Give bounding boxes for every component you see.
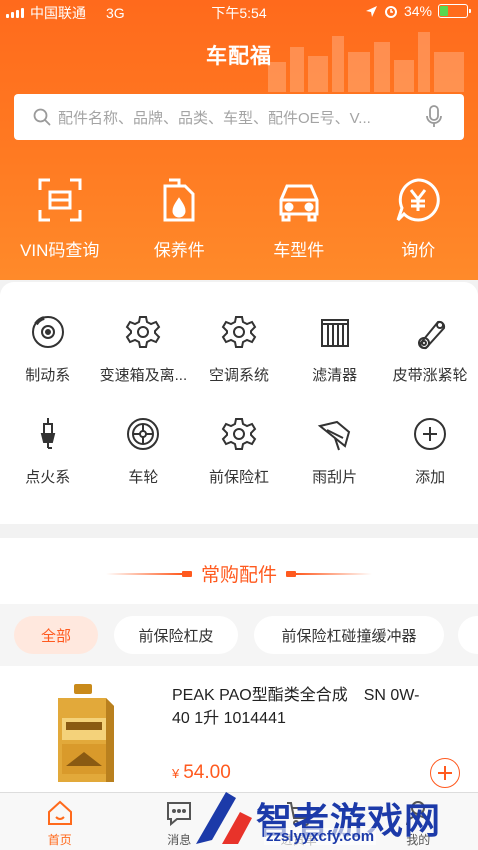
filter-tab-front-bumper-skin[interactable]: 前保险杠皮 [114, 616, 238, 654]
wiper-icon [317, 420, 350, 451]
quick-action-label: 车型件 [273, 241, 325, 260]
category-wiper[interactable]: 雨刮片 [287, 416, 383, 487]
belt-tensioner-icon [418, 320, 446, 350]
battery-icon [438, 4, 471, 18]
quick-action-maintenance[interactable]: 保养件 [120, 176, 240, 266]
app-title: 车配福 [206, 45, 272, 68]
product-name: PEAK PAO型酯类全合成 SN 0W-40 1升 1014441 [172, 687, 420, 727]
category-front-bumper[interactable]: 前保险杠 [191, 416, 287, 487]
quick-action-label: 询价 [401, 241, 436, 260]
car-icon [279, 184, 319, 222]
gear-icon [126, 316, 161, 348]
category-filter[interactable]: 滤清器 [287, 314, 383, 385]
filter-tab-front-bumper-absorber[interactable]: 前保险杠碰撞缓冲器 [254, 616, 444, 654]
tab-label: 首页 [47, 833, 72, 847]
category-label: 雨刮片 [312, 469, 358, 486]
location-arrow-icon [365, 5, 377, 17]
brake-disc-icon [31, 316, 64, 348]
plus-circle-icon [414, 418, 447, 450]
filter-tabs: 全部 前保险杠皮 前保险杠碰撞缓冲器 [0, 604, 478, 666]
category-grid: 制动系 变速箱及离... 空调系统 滤清器 皮带涨紧轮 点火系 车轮 前保险杠 … [0, 282, 478, 524]
category-add[interactable]: 添加 [382, 416, 478, 487]
product-card[interactable]: PEAK PAO型酯类全合成 SN 0W-40 1升 1014441 ¥54.0… [0, 666, 478, 796]
category-wheel[interactable]: 车轮 [96, 416, 192, 487]
section-header: 常购配件 [0, 538, 478, 604]
category-label: 空调系统 [208, 367, 269, 384]
app-screen: 中国联通 3G 下午5:54 34% 车配福 配件名称、品牌、品类、车型、配件O… [0, 0, 478, 850]
category-label: 车轮 [128, 469, 159, 486]
gear-icon [221, 418, 257, 450]
category-air-conditioning[interactable]: 空调系统 [191, 314, 287, 385]
add-to-cart-button[interactable] [430, 758, 460, 788]
category-label: 前保险杠 [208, 469, 269, 486]
filter-icon [320, 319, 349, 347]
quick-actions: VIN码查询 保养件 车型件 询价 [0, 176, 478, 266]
alarm-icon [384, 6, 397, 18]
wheel-icon [127, 418, 160, 450]
section-title: 常购配件 [200, 565, 277, 586]
watermark-url: zzslyyxcfy.com [264, 828, 377, 845]
currency-symbol: ¥ [172, 766, 180, 781]
quick-action-inquiry[interactable]: 询价 [359, 176, 478, 266]
quick-action-label: VIN码查询 [20, 241, 100, 260]
home-icon [47, 800, 72, 825]
microphone-icon[interactable] [424, 105, 444, 129]
search-bar[interactable]: 配件名称、品牌、品类、车型、配件OE号、V... [14, 94, 464, 140]
divider-line-right [296, 573, 372, 575]
header-banner: 中国联通 3G 下午5:54 34% 车配福 配件名称、品牌、品类、车型、配件O… [0, 0, 478, 280]
category-label: 变速箱及离... [99, 367, 188, 384]
quick-action-vin[interactable]: VIN码查询 [0, 176, 120, 266]
category-label: 皮带涨紧轮 [392, 367, 468, 384]
product-price: ¥54.00 [172, 762, 231, 784]
tab-home[interactable]: 首页 [0, 793, 120, 850]
spark-plug-icon [40, 418, 56, 449]
gear-icon [221, 316, 257, 348]
product-image [58, 684, 114, 782]
quick-action-vehicle-parts[interactable]: 车型件 [239, 176, 359, 266]
price-value: 54.00 [183, 762, 231, 783]
status-bar: 中国联通 3G 下午5:54 34% [0, 0, 478, 24]
search-icon [33, 108, 51, 126]
search-input[interactable]: 配件名称、品牌、品类、车型、配件OE号、V... [58, 107, 424, 128]
category-belt-tensioner[interactable]: 皮带涨紧轮 [382, 314, 478, 385]
divider-dot-right [286, 571, 296, 577]
oil-can-icon [163, 178, 195, 222]
category-label: 制动系 [25, 367, 71, 384]
watermark: 智者游戏网 zzslyyxcfy.com [188, 788, 478, 850]
quick-action-label: 保养件 [153, 241, 205, 260]
category-label: 滤清器 [312, 367, 358, 384]
scan-frame-icon [38, 178, 82, 222]
yen-bubble-icon [396, 178, 441, 222]
category-transmission[interactable]: 变速箱及离... [96, 314, 192, 385]
category-brake[interactable]: 制动系 [0, 314, 96, 385]
category-label: 点火系 [25, 469, 71, 486]
battery-percent: 34% [403, 3, 432, 19]
filter-tab-all[interactable]: 全部 [14, 616, 98, 654]
watermark-logo [196, 792, 252, 844]
category-label: 添加 [415, 469, 446, 486]
category-ignition[interactable]: 点火系 [0, 416, 96, 487]
filter-tab-more[interactable] [458, 616, 478, 654]
